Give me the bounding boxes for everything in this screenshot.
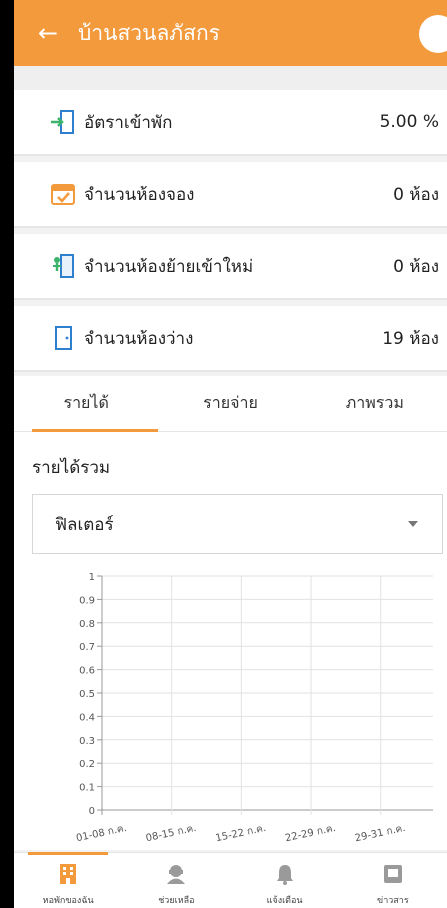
stat-value: 0 ห้อง: [393, 256, 439, 277]
toggle-switch[interactable]: [419, 15, 447, 53]
y-tick-label: 0.4: [79, 712, 95, 723]
x-tick-label: 08-15 ก.ค.: [145, 823, 198, 844]
app-screen: ← บ้านสวนลภัสกร อัตราเข้าพัก 5.00 % จำนว…: [14, 0, 447, 908]
y-tick-label: 0.9: [79, 595, 95, 606]
nav-news[interactable]: ข่าวสาร: [339, 853, 447, 908]
y-tick-label: 0: [89, 806, 95, 817]
stat-vacant-rooms: จำนวนห้องว่าง 19 ห้อง: [14, 306, 447, 372]
filter-dropdown[interactable]: ฟิลเตอร์: [32, 494, 443, 554]
y-tick-label: 0.1: [79, 783, 95, 794]
y-tick-label: 1: [89, 572, 95, 583]
chevron-down-icon: [408, 521, 418, 527]
calendar-check-icon: [48, 179, 78, 209]
nav-label: ข่าวสาร: [377, 896, 409, 906]
app-header: ← บ้านสวนลภัสกร: [14, 0, 447, 66]
nav-my-dorm[interactable]: หอพักของฉัน: [14, 852, 122, 908]
x-tick-label: 29-31 ก.ค.: [354, 823, 407, 844]
x-tick-label: 01-08 ก.ค.: [75, 823, 128, 844]
tab-income[interactable]: รายได้: [14, 376, 159, 432]
nav-help[interactable]: ช่วยเหลือ: [122, 853, 230, 908]
x-tick-label: 22-29 ก.ค.: [284, 823, 337, 844]
bell-icon: [276, 865, 293, 885]
page-title: บ้านสวนลภัสกร: [78, 20, 220, 45]
y-tick-label: 0.6: [79, 666, 95, 677]
nav-label: ช่วยเหลือ: [158, 896, 195, 906]
stat-label: จำนวนห้องว่าง: [84, 328, 194, 349]
income-section: รายได้รวม ฟิลเตอร์ 0 0.1 0.2 0.3 0.4 0.5 0.6 0.…: [14, 432, 447, 850]
y-tick-label: 0.5: [79, 689, 95, 700]
building-icon: [60, 864, 77, 884]
x-tick-label: 15-22 ก.ค.: [215, 823, 268, 844]
y-tick-label: 0.3: [79, 736, 95, 747]
stat-new-move-in: จำนวนห้องย้ายเข้าใหม่ 0 ห้อง: [14, 234, 447, 300]
stat-occupancy-rate: อัตราเข้าพัก 5.00 %: [14, 90, 447, 156]
stat-value: 5.00 %: [379, 112, 439, 132]
empty-door-icon: [48, 323, 78, 353]
back-button[interactable]: ←: [28, 13, 68, 53]
tab-expense[interactable]: รายจ่าย: [158, 376, 302, 431]
bottom-nav: หอพักของฉัน ช่วยเหลือ แจ้งเตือน ข่าวสาร: [14, 852, 447, 908]
stat-value: 19 ห้อง: [382, 328, 439, 349]
filter-label: ฟิลเตอร์: [55, 514, 114, 535]
move-in-door-icon: [48, 251, 78, 281]
income-chart: 0 0.1 0.2 0.3 0.4 0.5 0.6 0.7 0.8 0.9 1 01-08 ก.ค. 0…: [75, 572, 433, 844]
stat-value: 0 ห้อง: [393, 184, 439, 205]
stat-booked-rooms: จำนวนห้องจอง 0 ห้อง: [14, 162, 447, 228]
stat-label: จำนวนห้องย้ายเข้าใหม่: [84, 256, 254, 277]
stat-label: จำนวนห้องจอง: [84, 184, 195, 205]
check-in-door-icon: [48, 107, 78, 137]
nav-notifications[interactable]: แจ้งเตือน: [231, 853, 339, 908]
news-icon: [383, 865, 402, 883]
y-tick-label: 0.7: [79, 642, 95, 653]
tab-overview[interactable]: ภาพรวม: [303, 376, 447, 431]
support-agent-icon: [167, 865, 186, 884]
nav-label: แจ้งเตือน: [266, 896, 303, 906]
stat-label: อัตราเข้าพัก: [84, 112, 173, 133]
header-spacer: [14, 66, 447, 90]
arrow-left-icon: ←: [37, 19, 59, 47]
section-title: รายได้รวม: [32, 458, 111, 478]
y-tick-label: 0.2: [79, 759, 95, 770]
tab-bar: รายได้ รายจ่าย ภาพรวม: [14, 376, 447, 432]
y-tick-label: 0.8: [79, 619, 95, 630]
nav-label: หอพักของฉัน: [42, 896, 94, 906]
